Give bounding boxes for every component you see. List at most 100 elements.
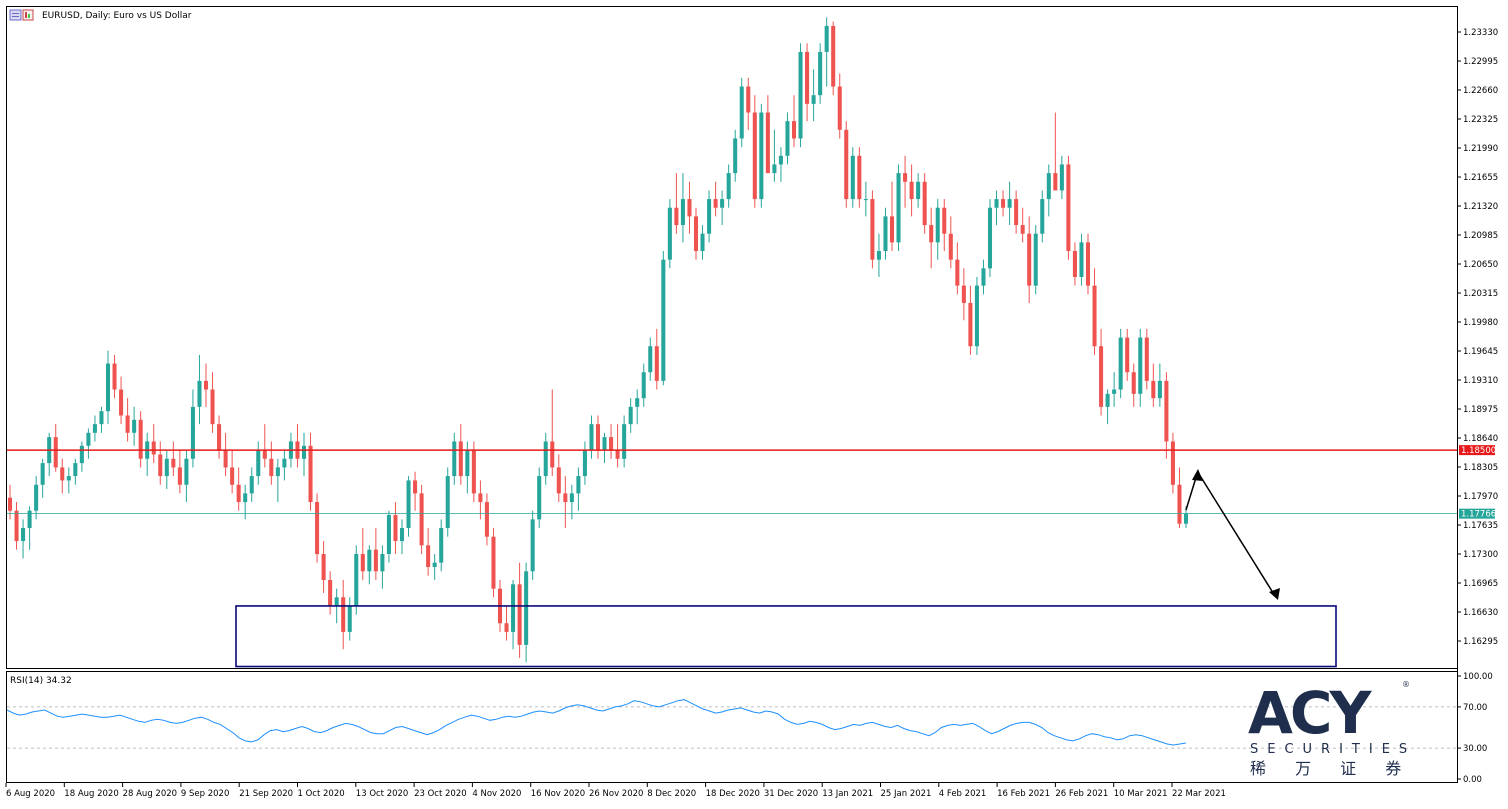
price-tick-label: 1.16630	[1463, 608, 1498, 618]
current-price-label: 1.17766	[1461, 510, 1496, 520]
date-tick-label: 16 Nov 2020	[531, 789, 585, 799]
candle-body	[641, 372, 646, 399]
candle-body	[73, 463, 78, 477]
logo-registered-mark: ®	[1402, 680, 1410, 689]
date-tick-label: 26 Nov 2020	[589, 789, 643, 799]
candle-body	[1105, 393, 1110, 407]
candle-body	[40, 463, 45, 485]
candle-body	[1092, 285, 1097, 347]
candle-body	[661, 259, 666, 381]
candle-body	[1014, 199, 1019, 226]
rsi-scale-label: 30.00	[1463, 744, 1487, 754]
candle-body	[367, 549, 372, 572]
candle-body	[60, 467, 65, 481]
date-tick-label: 22 Mar 2021	[1172, 789, 1226, 799]
price-axis: 1.23330 1.22995 1.22660 1.22325 1.21990 1.216…	[1457, 28, 1498, 647]
candle-body	[530, 519, 535, 572]
candle-body	[889, 216, 895, 243]
price-tick-label: 1.22325	[1463, 115, 1498, 125]
price-tick-label: 1.17635	[1463, 521, 1498, 531]
date-axis: 6 Aug 2020 18 Aug 2020 28 Aug 2020 9 Sep 20…	[5, 783, 1226, 799]
candle-body	[778, 155, 783, 165]
candle-body	[909, 181, 914, 200]
candle-body	[609, 437, 614, 451]
candle-body	[948, 233, 953, 260]
candle-body	[628, 406, 633, 425]
chart-canvas: EURUSD, Daily: Euro vs US Dollar 1.23330…	[5, 6, 1498, 799]
price-tick-label: 1.17300	[1463, 550, 1498, 560]
candle-body	[347, 605, 352, 632]
candle-body	[595, 424, 601, 451]
candle-body	[86, 432, 91, 446]
candle-body	[171, 458, 176, 468]
candle-body	[439, 528, 444, 563]
logo-chinese: 稀 万 证 券	[1250, 759, 1413, 778]
candle-body	[700, 233, 705, 252]
candle-body	[981, 268, 986, 286]
candle-body	[569, 493, 574, 503]
candle-body	[249, 476, 254, 494]
price-tick-label: 1.20985	[1463, 231, 1498, 241]
candle-body	[491, 536, 496, 589]
price-tick-label: 1.19310	[1463, 376, 1498, 386]
candle-body	[1131, 372, 1136, 394]
rsi-scale-label: 70.00	[1463, 703, 1487, 713]
price-tick-label: 1.21990	[1463, 144, 1498, 154]
candle-body	[301, 445, 307, 459]
candle-body	[935, 207, 940, 243]
candle-body	[1027, 233, 1032, 286]
candle-body	[524, 571, 529, 645]
candle-body	[243, 493, 248, 503]
candle-body	[321, 554, 326, 580]
logo-securities: SECURITIES	[1250, 742, 1416, 757]
resistance-price-label: 1.18500	[1461, 446, 1496, 456]
candle-body	[615, 450, 620, 459]
candle-body	[1138, 337, 1143, 394]
candle-body	[308, 445, 313, 503]
price-tick-label: 1.19980	[1463, 318, 1498, 328]
candle-body	[419, 493, 424, 546]
candle-body	[837, 86, 842, 130]
candle-body	[504, 623, 509, 632]
candle-body	[413, 480, 418, 494]
price-tick-label: 1.16295	[1463, 637, 1498, 647]
candle-body	[674, 207, 679, 226]
candle-body	[138, 419, 143, 459]
candle-body	[1151, 380, 1156, 399]
candle-body	[262, 450, 267, 459]
candle-body	[452, 441, 457, 477]
price-tick-label: 1.17970	[1463, 492, 1498, 502]
candle-body	[1059, 164, 1064, 191]
candle-body	[1066, 164, 1071, 252]
candle-body	[752, 112, 757, 200]
date-tick-label: 13 Jan 2021	[822, 789, 873, 799]
candle-body	[765, 112, 770, 174]
candle-body	[1020, 225, 1025, 234]
date-tick-label: 4 Nov 2020	[472, 789, 521, 799]
candle-body	[720, 199, 725, 208]
candle-body	[824, 25, 829, 52]
date-tick-label: 10 Mar 2021	[1114, 789, 1168, 799]
candle-body	[354, 554, 359, 606]
price-tick-label: 1.20315	[1463, 289, 1498, 299]
candle-body	[458, 441, 463, 477]
candle-body	[1112, 389, 1117, 394]
candle-body	[896, 173, 901, 243]
candle-body	[341, 597, 346, 632]
candle-body	[217, 424, 222, 451]
candle-body	[550, 441, 555, 468]
candle-body	[844, 129, 849, 200]
candle-body	[1125, 337, 1130, 373]
candle-body	[393, 515, 398, 542]
candle-body	[687, 199, 692, 217]
candle-body	[922, 181, 927, 226]
candle-body	[974, 285, 979, 347]
candle-body	[269, 458, 274, 477]
price-tick-label: 1.21320	[1463, 202, 1498, 212]
date-tick-label: 21 Sep 2020	[239, 789, 293, 799]
candle-body	[818, 51, 823, 96]
candle-body	[34, 484, 39, 511]
candle-body	[14, 510, 19, 542]
price-tick-label: 1.18305	[1463, 463, 1498, 473]
candle-body	[576, 476, 581, 494]
